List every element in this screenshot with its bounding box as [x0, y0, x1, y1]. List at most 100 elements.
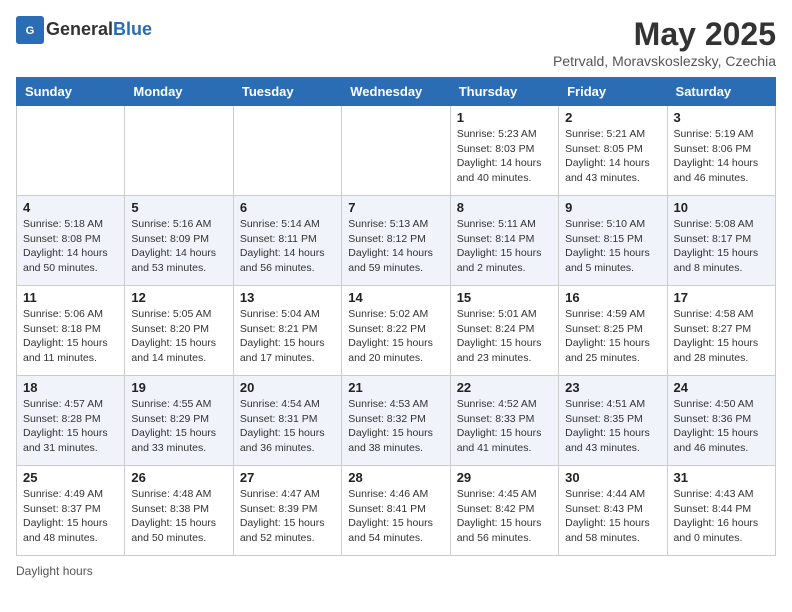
calendar-cell: 9Sunrise: 5:10 AM Sunset: 8:15 PM Daylig… [559, 196, 667, 286]
day-detail: Sunrise: 4:43 AM Sunset: 8:44 PM Dayligh… [674, 487, 769, 546]
daylight-label: Daylight hours [16, 564, 93, 578]
header: G GeneralBlue May 2025 Petrvald, Moravsk… [16, 16, 776, 69]
week-row-3: 11Sunrise: 5:06 AM Sunset: 8:18 PM Dayli… [17, 286, 776, 376]
month-title: May 2025 [553, 16, 776, 53]
calendar-cell: 14 Sunrise: 5:02 AM Sunset: 8:22 PM Dayli… [342, 286, 450, 376]
day-number: 13 [240, 290, 335, 305]
day-detail: Sunrise: 4:55 AM Sunset: 8:29 PM Dayligh… [131, 397, 226, 456]
calendar-cell: 7 Sunrise: 5:13 AM Sunset: 8:12 PM Daylig… [342, 196, 450, 286]
col-header-thursday: Thursday [450, 78, 558, 106]
day-number: 9 [565, 200, 660, 215]
calendar-header-row: SundayMondayTuesdayWednesdayThursdayFrid… [17, 78, 776, 106]
location-subtitle: Petrvald, Moravskoslezsky, Czechia [553, 53, 776, 69]
day-detail: Sunrise: 4:57 AM Sunset: 8:28 PM Dayligh… [23, 397, 118, 456]
calendar-table: SundayMondayTuesdayWednesdayThursdayFrid… [16, 77, 776, 556]
day-detail: Sunrise: 4:54 AM Sunset: 8:31 PM Dayligh… [240, 397, 335, 456]
calendar-cell [342, 106, 450, 196]
calendar-cell: 25Sunrise: 4:49 AM Sunset: 8:37 PM Dayli… [17, 466, 125, 556]
col-header-sunday: Sunday [17, 78, 125, 106]
day-number: 30 [565, 470, 660, 485]
day-detail: Sunrise: 5:23 AM Sunset: 8:03 PM Dayligh… [457, 127, 552, 186]
week-row-5: 25Sunrise: 4:49 AM Sunset: 8:37 PM Dayli… [17, 466, 776, 556]
week-row-4: 18Sunrise: 4:57 AM Sunset: 8:28 PM Dayli… [17, 376, 776, 466]
calendar-cell: 29 Sunrise: 4:45 AM Sunset: 8:42 PM Dayli… [450, 466, 558, 556]
day-number: 25 [23, 470, 118, 485]
calendar-cell: 21 Sunrise: 4:53 AM Sunset: 8:32 PM Dayli… [342, 376, 450, 466]
day-number: 2 [565, 110, 660, 125]
calendar-cell: 24 Sunrise: 4:50 AM Sunset: 8:36 PM Dayli… [667, 376, 775, 466]
logo-general: General [46, 19, 113, 39]
day-number: 26 [131, 470, 226, 485]
day-number: 27 [240, 470, 335, 485]
day-number: 12 [131, 290, 226, 305]
day-detail: Sunrise: 4:53 AM Sunset: 8:32 PM Dayligh… [348, 397, 443, 456]
day-detail: Sunrise: 5:05 AM Sunset: 8:20 PM Dayligh… [131, 307, 226, 366]
calendar-cell [125, 106, 233, 196]
calendar-cell: 13 Sunrise: 5:04 AM Sunset: 8:21 PM Dayli… [233, 286, 341, 376]
day-number: 3 [674, 110, 769, 125]
day-detail: Sunrise: 5:02 AM Sunset: 8:22 PM Dayligh… [348, 307, 443, 366]
day-number: 1 [457, 110, 552, 125]
day-detail: Sunrise: 5:21 AM Sunset: 8:05 PM Dayligh… [565, 127, 660, 186]
calendar-cell [17, 106, 125, 196]
footer-note: Daylight hours [16, 564, 776, 578]
day-number: 15 [457, 290, 552, 305]
day-detail: Sunrise: 4:48 AM Sunset: 8:38 PM Dayligh… [131, 487, 226, 546]
logo-blue: Blue [113, 19, 152, 39]
day-number: 4 [23, 200, 118, 215]
day-detail: Sunrise: 5:13 AM Sunset: 8:12 PM Dayligh… [348, 217, 443, 276]
calendar-cell: 2 Sunrise: 5:21 AM Sunset: 8:05 PM Daylig… [559, 106, 667, 196]
day-number: 31 [674, 470, 769, 485]
day-number: 28 [348, 470, 443, 485]
day-detail: Sunrise: 5:04 AM Sunset: 8:21 PM Dayligh… [240, 307, 335, 366]
calendar-cell: 26 Sunrise: 4:48 AM Sunset: 8:38 PM Dayli… [125, 466, 233, 556]
calendar-cell: 16 Sunrise: 4:59 AM Sunset: 8:25 PM Dayli… [559, 286, 667, 376]
day-detail: Sunrise: 4:51 AM Sunset: 8:35 PM Dayligh… [565, 397, 660, 456]
day-detail: Sunrise: 5:01 AM Sunset: 8:24 PM Dayligh… [457, 307, 552, 366]
calendar-cell: 15 Sunrise: 5:01 AM Sunset: 8:24 PM Dayli… [450, 286, 558, 376]
col-header-wednesday: Wednesday [342, 78, 450, 106]
calendar-cell: 1 Sunrise: 5:23 AM Sunset: 8:03 PM Daylig… [450, 106, 558, 196]
calendar-cell: 5 Sunrise: 5:16 AM Sunset: 8:09 PM Daylig… [125, 196, 233, 286]
day-detail: Sunrise: 4:50 AM Sunset: 8:36 PM Dayligh… [674, 397, 769, 456]
calendar-cell: 10Sunrise: 5:08 AM Sunset: 8:17 PM Dayli… [667, 196, 775, 286]
day-number: 16 [565, 290, 660, 305]
day-detail: Sunrise: 5:18 AM Sunset: 8:08 PM Dayligh… [23, 217, 118, 276]
svg-text:G: G [26, 25, 35, 37]
week-row-1: 1 Sunrise: 5:23 AM Sunset: 8:03 PM Daylig… [17, 106, 776, 196]
day-detail: Sunrise: 4:58 AM Sunset: 8:27 PM Dayligh… [674, 307, 769, 366]
day-detail: Sunrise: 4:45 AM Sunset: 8:42 PM Dayligh… [457, 487, 552, 546]
day-number: 24 [674, 380, 769, 395]
calendar-cell: 22Sunrise: 4:52 AM Sunset: 8:33 PM Dayli… [450, 376, 558, 466]
day-number: 21 [348, 380, 443, 395]
day-detail: Sunrise: 5:08 AM Sunset: 8:17 PM Dayligh… [674, 217, 769, 276]
day-number: 8 [457, 200, 552, 215]
col-header-tuesday: Tuesday [233, 78, 341, 106]
calendar-cell: 30 Sunrise: 4:44 AM Sunset: 8:43 PM Dayli… [559, 466, 667, 556]
logo: G GeneralBlue [16, 16, 152, 44]
calendar-cell: 17 Sunrise: 4:58 AM Sunset: 8:27 PM Dayli… [667, 286, 775, 376]
day-number: 20 [240, 380, 335, 395]
day-detail: Sunrise: 5:19 AM Sunset: 8:06 PM Dayligh… [674, 127, 769, 186]
calendar-cell: 8Sunrise: 5:11 AM Sunset: 8:14 PM Daylig… [450, 196, 558, 286]
day-number: 29 [457, 470, 552, 485]
calendar-cell: 19Sunrise: 4:55 AM Sunset: 8:29 PM Dayli… [125, 376, 233, 466]
day-number: 14 [348, 290, 443, 305]
day-number: 17 [674, 290, 769, 305]
day-number: 7 [348, 200, 443, 215]
title-area: May 2025 Petrvald, Moravskoslezsky, Czec… [553, 16, 776, 69]
day-number: 22 [457, 380, 552, 395]
day-number: 5 [131, 200, 226, 215]
logo-text: GeneralBlue [46, 20, 152, 40]
calendar-cell: 12 Sunrise: 5:05 AM Sunset: 8:20 PM Dayli… [125, 286, 233, 376]
col-header-saturday: Saturday [667, 78, 775, 106]
calendar-cell [233, 106, 341, 196]
day-detail: Sunrise: 4:59 AM Sunset: 8:25 PM Dayligh… [565, 307, 660, 366]
calendar-cell: 23Sunrise: 4:51 AM Sunset: 8:35 PM Dayli… [559, 376, 667, 466]
day-detail: Sunrise: 4:46 AM Sunset: 8:41 PM Dayligh… [348, 487, 443, 546]
calendar-cell: 18Sunrise: 4:57 AM Sunset: 8:28 PM Dayli… [17, 376, 125, 466]
day-detail: Sunrise: 4:44 AM Sunset: 8:43 PM Dayligh… [565, 487, 660, 546]
week-row-2: 4 Sunrise: 5:18 AM Sunset: 8:08 PM Daylig… [17, 196, 776, 286]
day-number: 6 [240, 200, 335, 215]
day-detail: Sunrise: 5:16 AM Sunset: 8:09 PM Dayligh… [131, 217, 226, 276]
